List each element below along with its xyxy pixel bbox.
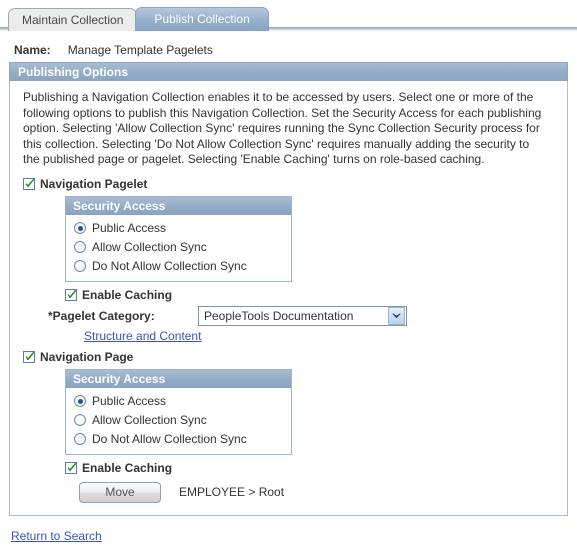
pagelet-radio-allow-collection-sync-input[interactable] [74,241,86,254]
page-radio-public-access[interactable]: Public Access [66,392,291,411]
intro-paragraph: Publishing a Navigation Collection enabl… [23,90,542,167]
move-button[interactable]: Move [79,481,161,503]
check-icon [25,178,35,188]
name-row: Name: Manage Template Pagelets [14,43,577,57]
page-radio-allow-collection-sync-input[interactable] [74,414,86,427]
pagelet-radio-public-access-label: Public Access [92,221,167,236]
page-radio-allow-collection-sync[interactable]: Allow Collection Sync [66,411,291,430]
pagelet-enable-caching-label: Enable Caching [82,287,173,302]
tab-strip: Maintain Collection Publish Collection [0,0,577,31]
pagelet-category-label: *Pagelet Category: [48,308,155,323]
navigation-page-row[interactable]: Navigation Page [23,350,557,364]
tab-maintain-collection[interactable]: Maintain Collection [8,8,138,31]
page-radio-public-access-label: Public Access [92,394,167,409]
pagelet-radio-do-not-allow-collection-sync-input[interactable] [74,260,86,273]
tab-publish-collection[interactable]: Publish Collection [135,7,269,31]
pagelet-radio-do-not-allow-collection-sync-label: Do Not Allow Collection Sync [92,259,247,274]
chevron-down-icon[interactable] [388,306,405,325]
pagelet-category-row: *Pagelet Category: PeopleTools Documenta… [48,305,557,326]
page-radio-allow-collection-sync-label: Allow Collection Sync [92,413,207,428]
page-radio-do-not-allow-collection-sync-input[interactable] [74,433,86,446]
name-label: Name: [14,43,51,57]
check-icon [67,289,77,299]
page-enable-caching-row[interactable]: Enable Caching [65,461,557,475]
page-security-access-body: Public Access Allow Collection Sync Do N… [66,388,291,454]
return-to-search-link[interactable]: Return to Search [11,529,102,543]
chevron-down-glyph [392,313,401,319]
page-enable-caching-checkbox[interactable] [65,461,77,474]
navigation-pagelet-row[interactable]: Navigation Pagelet [23,177,557,191]
pagelet-radio-public-access-input[interactable] [74,222,86,235]
page-enable-caching-label: Enable Caching [82,460,173,475]
pagelet-security-access-group: Security Access Public Access Allow Coll… [65,195,292,282]
check-icon [25,351,35,361]
footer: Return to Search [11,529,577,543]
page-radio-do-not-allow-collection-sync-label: Do Not Allow Collection Sync [92,432,247,447]
name-value: Manage Template Pagelets [67,43,213,57]
page-security-access-header: Security Access [66,369,291,388]
pagelet-security-access-body: Public Access Allow Collection Sync Do N… [66,215,291,281]
pagelet-enable-caching-row[interactable]: Enable Caching [65,288,557,302]
panel-header: Publishing Options [9,62,568,81]
page-radio-public-access-input[interactable] [74,395,86,408]
navigation-pagelet-label: Navigation Pagelet [40,176,148,191]
check-icon [67,462,77,472]
navigation-page-label: Navigation Page [40,349,134,364]
navigation-page-checkbox[interactable] [23,350,35,363]
tab-publish-collection-label: Publish Collection [154,12,250,26]
pagelet-radio-allow-collection-sync[interactable]: Allow Collection Sync [66,238,291,257]
structure-and-content-link[interactable]: Structure and Content [84,329,201,343]
panel-body: Publishing a Navigation Collection enabl… [10,81,567,515]
structure-and-content-row: Structure and Content [84,329,557,343]
page-radio-do-not-allow-collection-sync[interactable]: Do Not Allow Collection Sync [66,430,291,449]
pagelet-radio-public-access[interactable]: Public Access [66,219,291,238]
move-path-value: EMPLOYEE > Root [179,485,285,500]
pagelet-security-access-header: Security Access [66,196,291,215]
move-row: Move EMPLOYEE > Root [79,481,557,503]
tab-maintain-collection-label: Maintain Collection [22,13,124,27]
pagelet-category-select[interactable]: PeopleTools Documentation [198,305,407,326]
pagelet-radio-do-not-allow-collection-sync[interactable]: Do Not Allow Collection Sync [66,257,291,276]
pagelet-radio-allow-collection-sync-label: Allow Collection Sync [92,240,207,255]
pagelet-category-value: PeopleTools Documentation [204,308,354,323]
page-security-access-group: Security Access Public Access Allow Coll… [65,368,292,455]
pagelet-enable-caching-checkbox[interactable] [65,288,77,301]
navigation-pagelet-checkbox[interactable] [23,177,35,190]
publishing-options-panel: Publishing Options Publishing a Navigati… [9,62,568,516]
